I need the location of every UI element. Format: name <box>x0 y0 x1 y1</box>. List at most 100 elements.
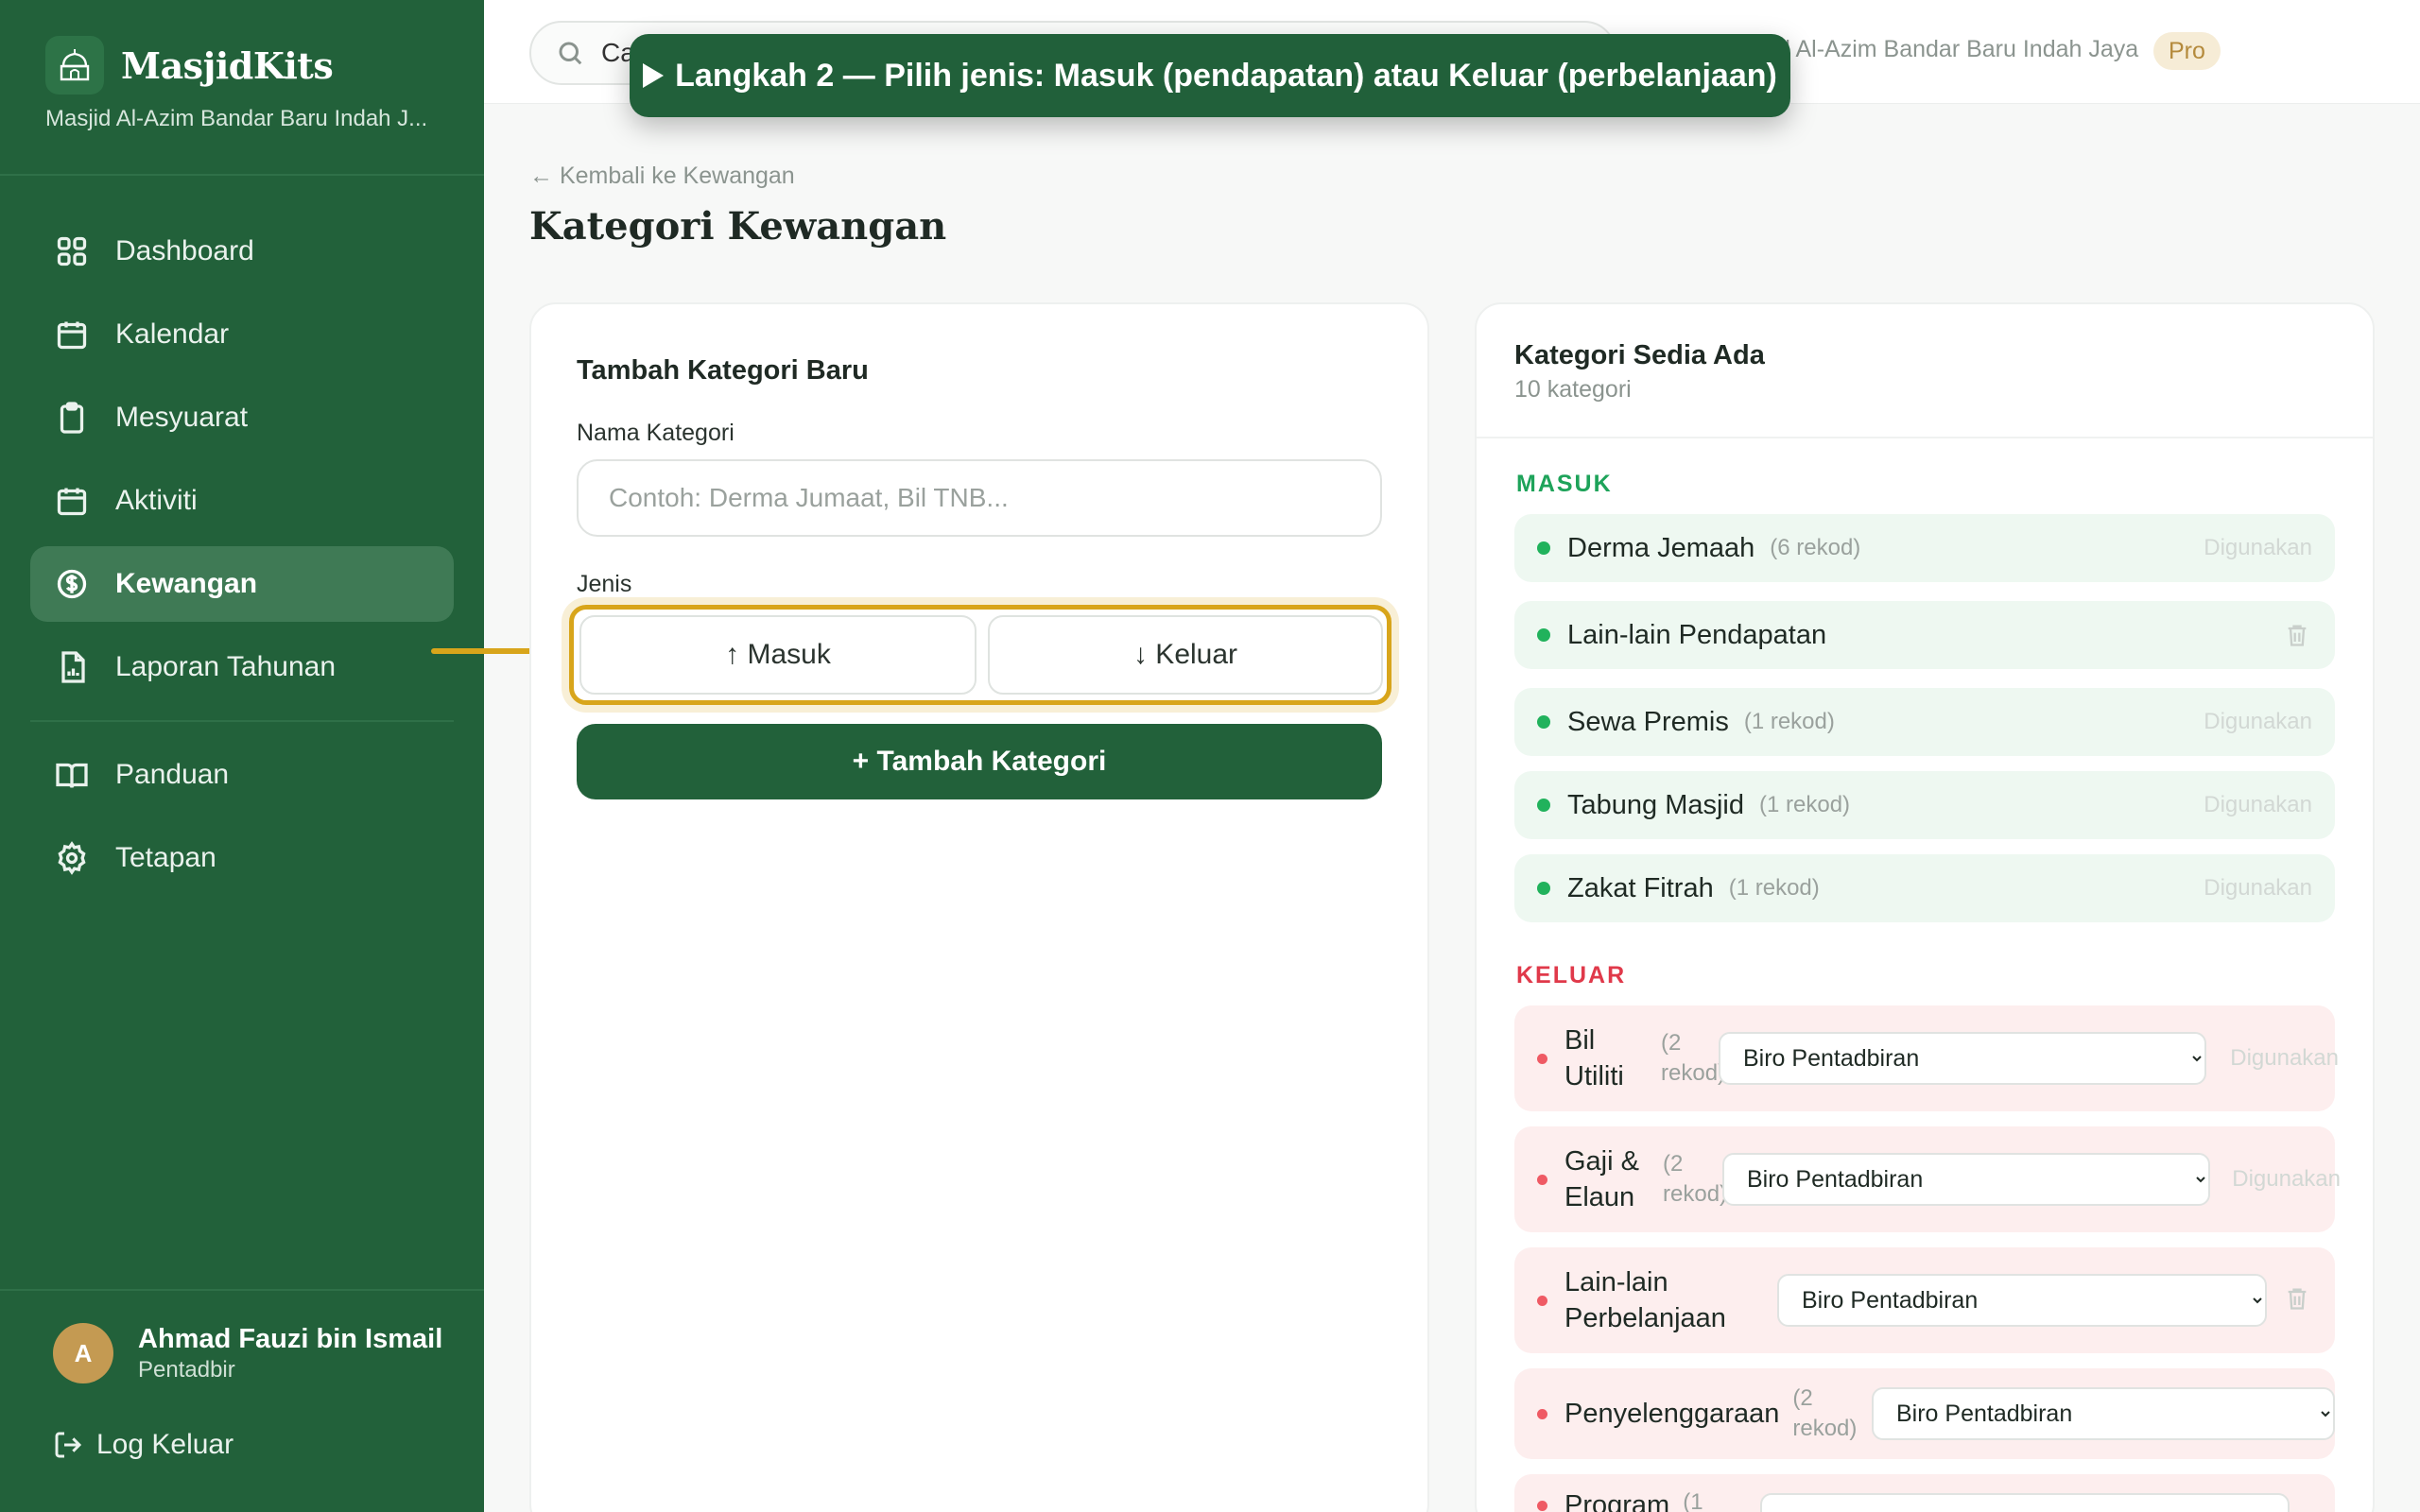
income-dot <box>1537 799 1550 812</box>
sidebar-item-label: Laporan Tahunan <box>115 651 336 682</box>
sidebar-item-label: Aktiviti <box>115 485 198 516</box>
in-use-label: Digunakan <box>2204 792 2312 817</box>
record-count: (1 rekod) <box>1743 709 1835 734</box>
delete-button[interactable] <box>2284 1285 2310 1312</box>
add-category-title: Tambah Kategori Baru <box>577 355 869 386</box>
sidebar-item-label: Panduan <box>115 759 230 790</box>
report-icon <box>53 648 91 686</box>
record-count: (6 rekod) <box>1770 535 1861 560</box>
logout-button[interactable]: Log Keluar <box>53 1429 233 1461</box>
income-dot <box>1537 882 1550 895</box>
clipboard-icon <box>53 399 91 437</box>
avatar: A <box>53 1323 113 1383</box>
category-name: Lain-lain Pendapatan <box>1567 619 1827 650</box>
dollar-circle-icon <box>53 565 91 603</box>
logout-icon <box>55 1432 82 1458</box>
expense-category-row: Lain-lain Perbelanjaan Biro Pentadbiran <box>1514 1247 2335 1353</box>
category-name-cont: Perbelanjaan <box>1564 1303 1726 1333</box>
income-category-row: Tabung Masjid (1 rekod) Digunakan <box>1514 771 2335 839</box>
sidebar-item-label: Kewangan <box>115 568 258 599</box>
sidebar-item-mesyuarat[interactable]: Mesyuarat <box>30 380 454 455</box>
sidebar-item-laporan-tahunan[interactable]: Laporan Tahunan <box>30 629 454 705</box>
expense-category-row: Bil Utiliti (2 rekod) Biro Pentadbiran D… <box>1514 1005 2339 1111</box>
category-name: Tabung Masjid <box>1567 789 1744 820</box>
expense-dot <box>1537 1501 1547 1511</box>
gear-icon <box>53 839 91 877</box>
sidebar-divider <box>30 720 454 722</box>
user-role: Pentadbir <box>138 1356 235 1383</box>
tutorial-banner: Langkah 2 — Pilih jenis: Masuk (pendapat… <box>630 34 1790 117</box>
sidebar-item-kewangan[interactable]: Kewangan <box>30 546 454 622</box>
user-profile[interactable]: A Ahmad Fauzi bin Ismail Pentadbir <box>53 1323 442 1383</box>
income-category-row: Sewa Premis (1 rekod) Digunakan <box>1514 688 2335 756</box>
sidebar-item-label: Mesyuarat <box>115 402 249 433</box>
expense-category-row: Gaji & Elaun (2 rekod) Biro Pentadbiran … <box>1514 1126 2341 1232</box>
income-dot <box>1537 628 1550 642</box>
sidebar-item-kalendar[interactable]: Kalendar <box>30 297 454 372</box>
delete-button[interactable] <box>2284 622 2310 648</box>
sidebar-item-label: Tetapan <box>115 842 216 873</box>
category-name: Gaji & <box>1564 1146 1639 1177</box>
expense-heading: KELUAR <box>1516 962 1627 988</box>
department-select[interactable]: Biro Pentadbiran <box>1872 1387 2335 1440</box>
sidebar-item-label: Kalendar <box>115 318 230 350</box>
category-count: 10 kategori <box>1514 376 1632 403</box>
income-dot <box>1537 715 1550 729</box>
income-category-row: Derma Jemaah (6 rekod) Digunakan <box>1514 514 2335 582</box>
in-use-label: Digunakan <box>2204 709 2312 734</box>
expense-category-row: Program (1 <box>1514 1474 2335 1512</box>
trash-icon <box>2288 625 2307 646</box>
in-use-label: Digunakan <box>2204 875 2312 901</box>
record-count: (2 <box>1663 1151 1684 1177</box>
category-name: Derma Jemaah <box>1567 532 1755 563</box>
category-name-cont: Elaun <box>1564 1182 1635 1212</box>
sidebar-divider <box>0 1289 484 1291</box>
record-count-cont: rekod) <box>1663 1181 1728 1207</box>
category-name: Zakat Fitrah <box>1567 872 1714 903</box>
record-count: (1 rekod) <box>1728 875 1820 901</box>
income-dot <box>1537 541 1550 555</box>
category-name-input[interactable] <box>577 459 1382 537</box>
income-category-row: Zakat Fitrah (1 rekod) Digunakan <box>1514 854 2335 922</box>
record-count: (1 rekod) <box>1759 792 1851 817</box>
sidebar-item-aktiviti[interactable]: Aktiviti <box>30 463 454 539</box>
plan-badge: Pro <box>2153 32 2221 70</box>
type-selector: ↑ Masuk ↓ Keluar <box>569 605 1392 705</box>
department-select[interactable]: Biro Pentadbiran <box>1777 1274 2267 1327</box>
page-title: Kategori Kewangan <box>529 204 947 249</box>
sidebar-item-tetapan[interactable]: Tetapan <box>30 820 454 896</box>
tutorial-banner-text: Langkah 2 — Pilih jenis: Masuk (pendapat… <box>675 57 1777 94</box>
play-icon <box>643 63 665 88</box>
category-name: Bil <box>1564 1025 1596 1056</box>
existing-categories-title: Kategori Sedia Ada <box>1514 340 1765 370</box>
record-count-cont: rekod) <box>1661 1060 1726 1086</box>
type-keluar-button[interactable]: ↓ Keluar <box>988 615 1383 695</box>
category-name-cont: Utiliti <box>1564 1061 1624 1091</box>
sidebar-item-label: Dashboard <box>115 235 254 266</box>
grid-icon <box>53 232 91 270</box>
sidebar-divider <box>0 174 484 176</box>
category-name: Lain-lain <box>1564 1267 1668 1297</box>
book-icon <box>53 756 91 794</box>
in-use-label: Digunakan <box>2230 1045 2339 1071</box>
mosque-name: d Al-Azim Bandar Baru Indah Jaya <box>1777 36 2139 62</box>
sidebar-item-dashboard[interactable]: Dashboard <box>30 214 454 289</box>
add-category-button[interactable]: + Tambah Kategori <box>577 724 1382 799</box>
expense-dot <box>1537 1408 1547 1419</box>
back-link[interactable]: ← Kembali ke Kewangan <box>529 163 795 190</box>
record-count: (2 <box>1792 1385 1813 1411</box>
department-select[interactable] <box>1760 1493 2290 1512</box>
record-count: (2 <box>1661 1030 1682 1056</box>
trash-icon <box>2288 1288 2307 1310</box>
brand[interactable]: MasjidKits <box>45 36 334 94</box>
expense-dot <box>1537 1053 1547 1064</box>
sidebar-item-panduan[interactable]: Panduan <box>30 737 454 813</box>
in-use-label: Digunakan <box>2232 1166 2341 1192</box>
existing-categories-card: Kategori Sedia Ada 10 kategori MASUK Der… <box>1475 302 2375 1512</box>
department-select[interactable]: Biro Pentadbiran <box>1722 1153 2210 1206</box>
department-select[interactable]: Biro Pentadbiran <box>1719 1032 2206 1085</box>
category-name: Sewa Premis <box>1567 706 1729 737</box>
type-masuk-button[interactable]: ↑ Masuk <box>579 615 977 695</box>
expense-dot <box>1537 1174 1547 1185</box>
mosque-logo-icon <box>45 36 104 94</box>
